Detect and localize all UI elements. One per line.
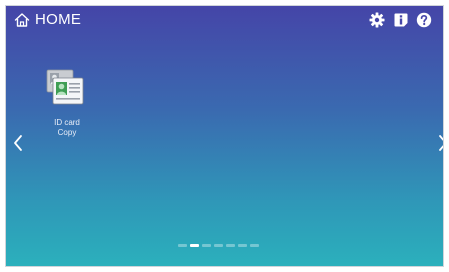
help-icon[interactable] [416, 12, 432, 28]
info-icon[interactable] [393, 12, 409, 28]
id-card-copy-icon [45, 68, 89, 108]
page-title: HOME [35, 11, 82, 28]
chevron-left-icon[interactable] [12, 134, 24, 152]
gear-icon[interactable] [369, 12, 385, 28]
page-dot[interactable] [250, 244, 259, 247]
home-icon[interactable] [14, 12, 30, 28]
top-bar: HOME [6, 6, 443, 34]
page-dot[interactable] [202, 244, 211, 247]
app-label-line1: ID card [54, 118, 80, 127]
chevron-right-icon[interactable] [437, 134, 443, 152]
page-dot-active[interactable] [190, 244, 199, 247]
page-dot[interactable] [226, 244, 235, 247]
app-id-card-copy[interactable]: ID card Copy [33, 68, 101, 148]
app-label-line2: Copy [57, 128, 77, 137]
page-dot[interactable] [214, 244, 223, 247]
page-dot[interactable] [178, 244, 187, 247]
page-dot[interactable] [238, 244, 247, 247]
page-indicator [178, 244, 259, 248]
home-screen: HOME ID card Copy [5, 5, 444, 267]
